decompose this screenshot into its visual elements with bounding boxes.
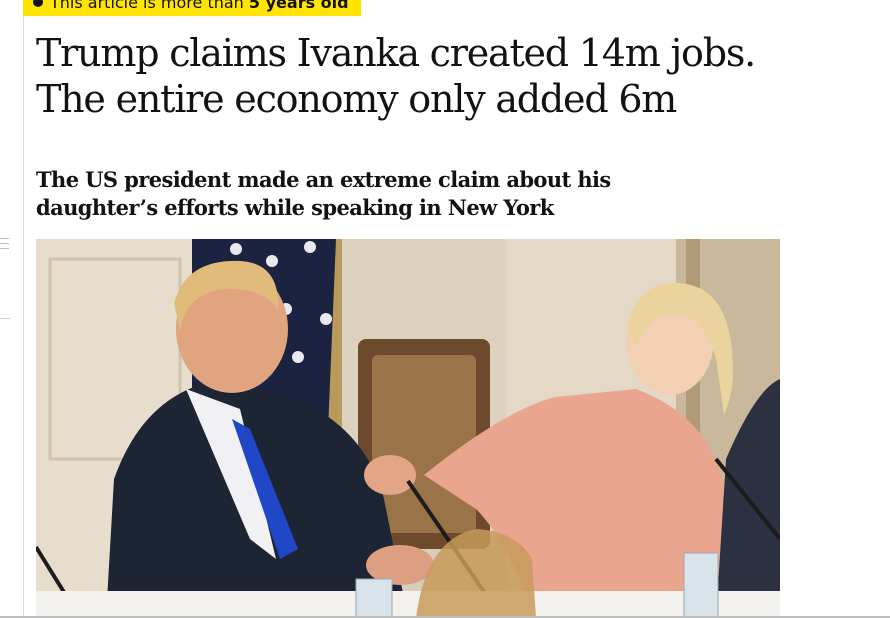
photo-illustration bbox=[36, 239, 780, 618]
age-badge-emphasis: 5 years old bbox=[248, 0, 349, 12]
standfirst-line-2: daughter’s efforts while speaking in New… bbox=[36, 195, 554, 220]
headline-line-1: Trump claims Ivanka created 14m jobs. bbox=[36, 31, 756, 75]
dot-icon bbox=[33, 0, 43, 7]
age-badge-prefix: This article is more than bbox=[50, 0, 249, 12]
article-standfirst: The US president made an extreme claim a… bbox=[36, 166, 636, 222]
menu-lines-icon[interactable] bbox=[0, 238, 10, 253]
article-page: This article is more than 5 years old Tr… bbox=[0, 0, 890, 618]
left-column-rule bbox=[23, 0, 24, 618]
standfirst-line-1: The US president made an extreme claim a… bbox=[36, 167, 611, 192]
side-divider bbox=[0, 318, 10, 319]
article-age-badge: This article is more than 5 years old bbox=[23, 0, 361, 16]
age-badge-text: This article is more than 5 years old bbox=[50, 0, 349, 12]
headline-line-2: The entire economy only added 6m bbox=[36, 77, 677, 121]
article-headline: Trump claims Ivanka created 14m jobs. Th… bbox=[36, 30, 836, 122]
article-main-image[interactable] bbox=[36, 239, 780, 618]
